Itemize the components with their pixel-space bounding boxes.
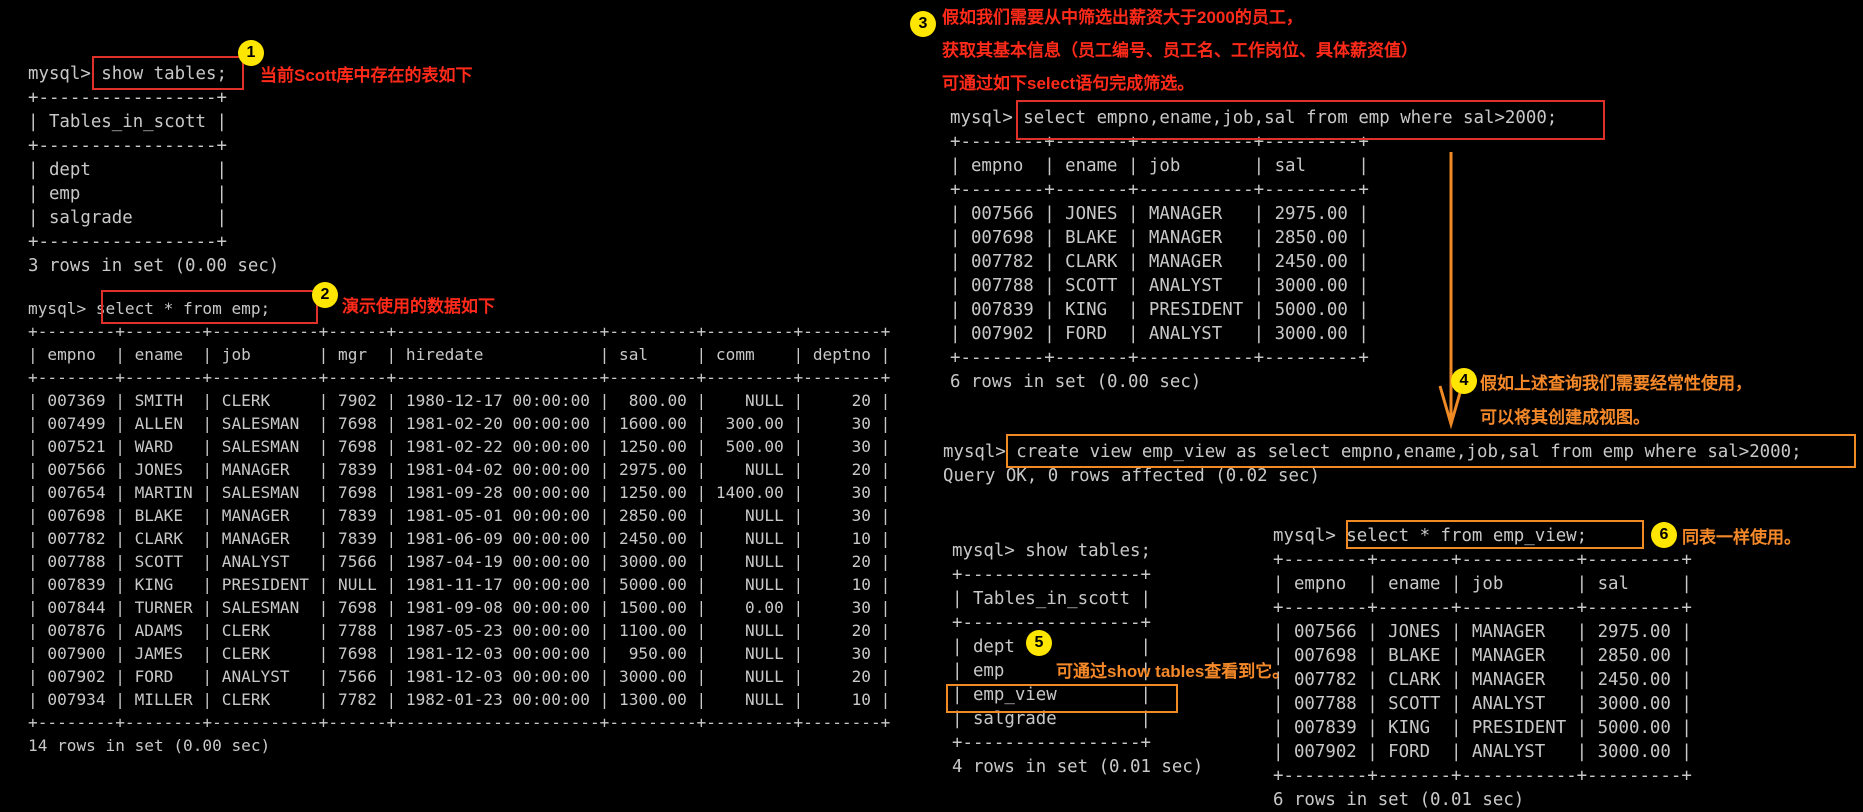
- note-1: 当前Scott库中存在的表如下: [260, 66, 473, 85]
- step-badge-6: 6: [1651, 522, 1677, 548]
- step-badge-5: 5: [1026, 630, 1052, 656]
- note-3-line2: 获取其基本信息（员工编号、员工名、工作岗位、具体薪资值）: [942, 41, 1418, 60]
- note-3-line1: 假如我们需要从中筛选出薪资大于2000的员工，: [942, 8, 1303, 27]
- note-4-line2: 可以将其创建成视图。: [1480, 408, 1650, 427]
- note-3-line3: 可通过如下select语句完成筛选。: [942, 74, 1195, 93]
- step-badge-4: 4: [1451, 368, 1477, 394]
- note-5: 可通过show tables查看到它。: [1056, 662, 1290, 681]
- step-badge-2: 2: [312, 282, 338, 308]
- step-badge-3: 3: [910, 11, 936, 37]
- note-2: 演示使用的数据如下: [342, 297, 495, 316]
- note-6: 同表一样使用。: [1682, 528, 1801, 547]
- note-4-line1: 假如上述查询我们需要经常性使用，: [1480, 374, 1752, 393]
